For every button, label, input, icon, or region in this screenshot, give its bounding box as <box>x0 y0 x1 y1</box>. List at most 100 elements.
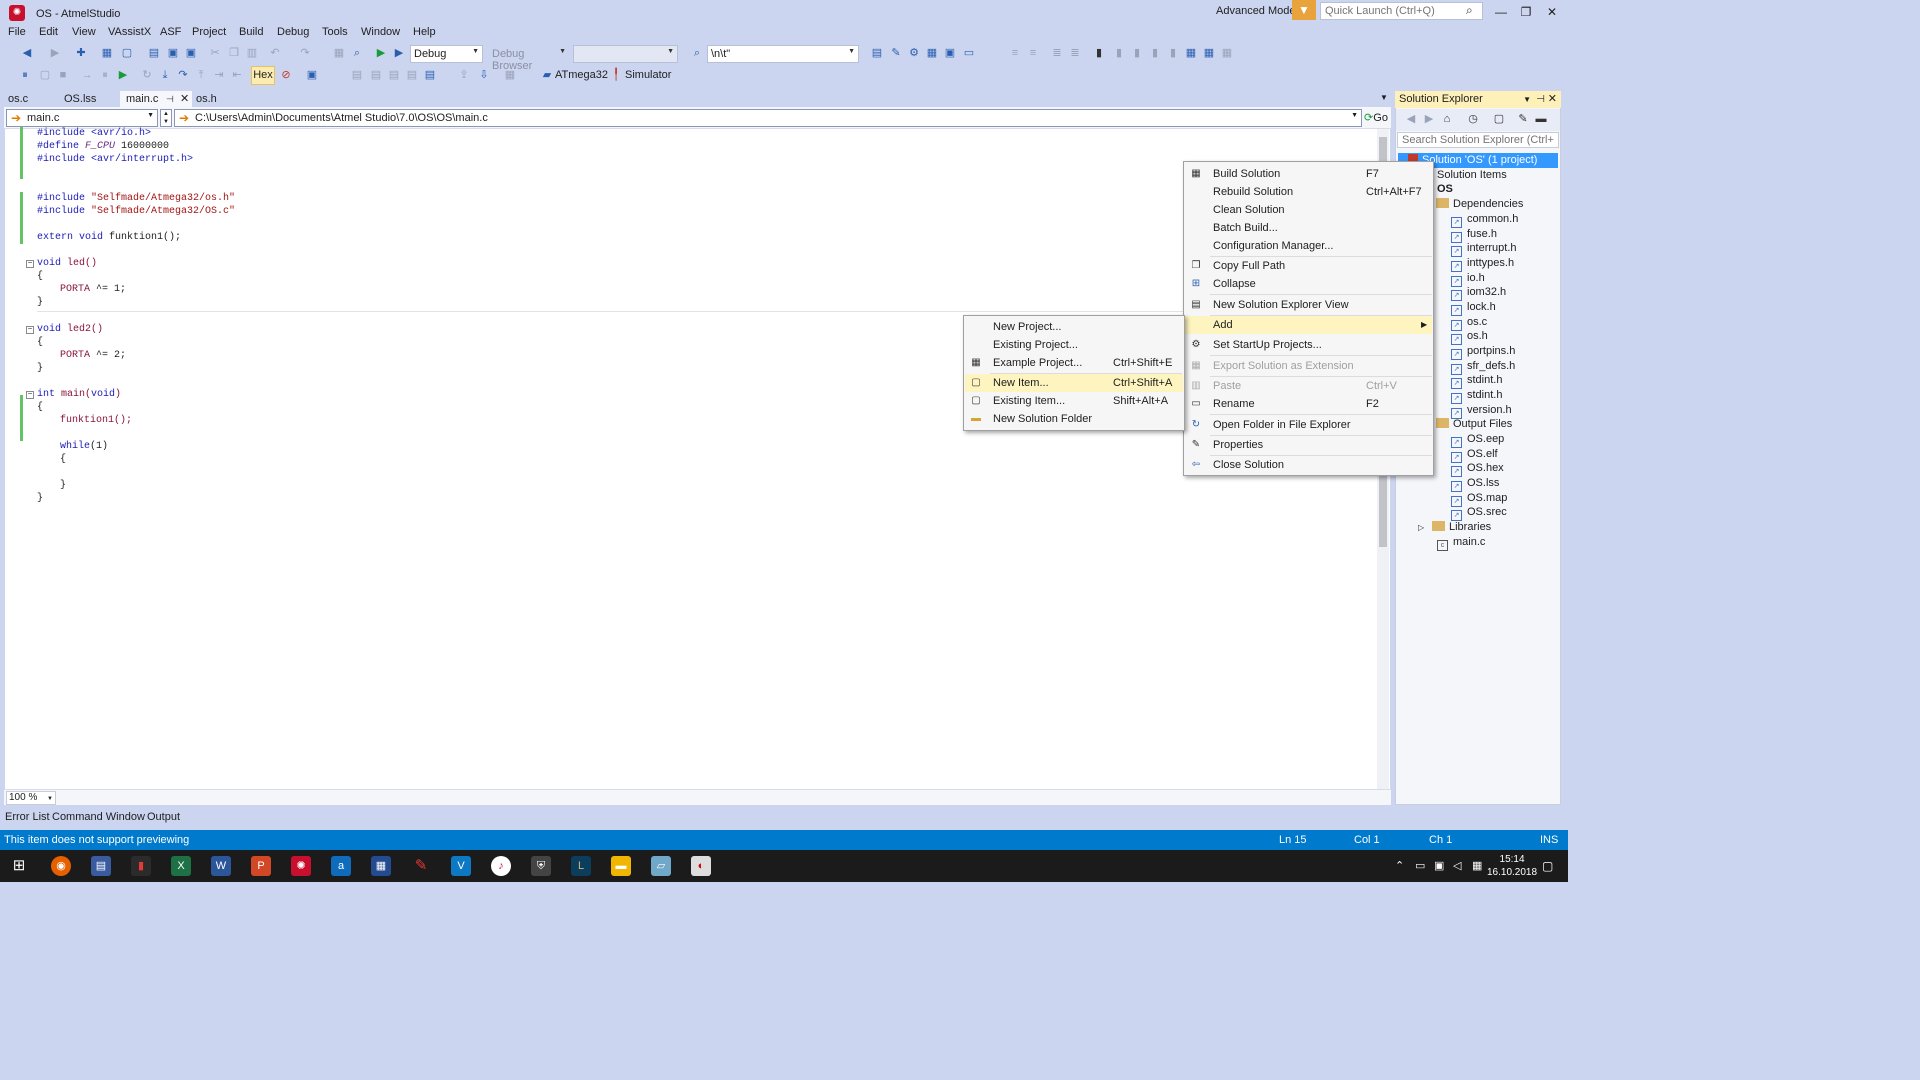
chart-app-icon[interactable]: ▮ <box>131 856 151 876</box>
collapse-icon[interactable]: − <box>26 391 34 399</box>
notifications-icon[interactable]: ▢ <box>1542 859 1553 873</box>
network-app-icon[interactable]: ▤ <box>91 856 111 876</box>
upload-icon[interactable]: ⇪ <box>457 68 471 82</box>
tray-network-icon[interactable]: ▣ <box>1434 859 1444 872</box>
tree-item[interactable]: ↗ OS.eep <box>1451 432 1504 448</box>
properties-icon[interactable]: ✎ <box>1516 112 1530 126</box>
back-icon[interactable]: ◀ <box>20 46 34 60</box>
filter-icon[interactable]: ▼ <box>1292 0 1316 20</box>
find-in-files-icon[interactable]: ▦ <box>332 46 346 60</box>
redo-icon[interactable]: ↷ <box>298 46 312 60</box>
tab-os-c[interactable]: os.c <box>2 91 34 107</box>
go-button[interactable]: ⟳Go <box>1363 109 1389 127</box>
tree-item[interactable]: Solution Items <box>1437 168 1507 183</box>
collapse-icon[interactable]: − <box>26 326 34 334</box>
new-item-icon[interactable]: ▢ <box>120 46 134 60</box>
menu-file[interactable]: File <box>8 26 26 38</box>
menu-example-project[interactable]: ▦ Example Project... Ctrl+Shift+E <box>965 354 1183 372</box>
step-out-icon[interactable]: ⤒ <box>194 68 208 82</box>
forward-icon[interactable]: ▶ <box>48 46 62 60</box>
excel-icon[interactable]: X <box>171 856 191 876</box>
powerpoint-icon[interactable]: P <box>251 856 271 876</box>
tree-item-folder[interactable]: Output Files <box>1436 417 1512 432</box>
tree-item[interactable]: ↗ OS.map <box>1451 491 1507 507</box>
device-icon[interactable]: ▰ <box>540 68 554 82</box>
more-icon[interactable]: ▦ <box>1220 46 1234 60</box>
close-window-button[interactable]: ✕ <box>1545 5 1559 19</box>
stop-debug-icon[interactable]: ▢ <box>38 68 52 82</box>
forward-icon[interactable]: ▶ <box>1422 112 1436 126</box>
tab-os-lss[interactable]: OS.lss <box>58 91 102 107</box>
restart-icon[interactable]: ↻ <box>140 68 154 82</box>
menu-existing-item[interactable]: ▢ Existing Item... Shift+Alt+A <box>965 392 1183 410</box>
outdent-icon[interactable]: ≡ <box>1026 46 1040 60</box>
tree-item[interactable]: ↗ io.h <box>1451 271 1485 287</box>
collapse-icon[interactable]: − <box>26 260 34 268</box>
tray-volume-icon[interactable]: ◁ <box>1453 859 1461 872</box>
show-next-statement-icon[interactable]: → <box>80 68 94 82</box>
path-navigation-combo[interactable]: ➔ C:\Users\Admin\Documents\Atmel Studio\7… <box>174 109 1362 127</box>
menu-batch-build[interactable]: Batch Build... <box>1185 219 1432 237</box>
tool-label[interactable]: Simulator <box>625 69 671 81</box>
undo-icon[interactable]: ↶ <box>268 46 282 60</box>
step-into-icon[interactable]: ⤓ <box>158 68 172 82</box>
tree-item[interactable]: c main.c <box>1437 535 1485 551</box>
spin-buttons[interactable]: ▲ ▼ <box>160 109 172 127</box>
next-bookmark-folder-icon[interactable]: ▮ <box>1166 46 1180 60</box>
notes-app-icon[interactable]: ▱ <box>651 856 671 876</box>
expand-arrow-icon[interactable]: ▷ <box>1418 520 1432 535</box>
wrench-icon[interactable]: ✎ <box>889 46 903 60</box>
collapse-all-icon[interactable]: ▢ <box>1492 112 1506 126</box>
home-icon[interactable]: ⌂ <box>1440 112 1454 126</box>
menu-new-item[interactable]: ▢ New Item... Ctrl+Shift+A <box>965 374 1183 392</box>
dropdown-icon[interactable]: ▼ <box>1523 91 1531 108</box>
memory-icon[interactable]: ▦ <box>925 46 939 60</box>
menu-add[interactable]: Add ▶ <box>1185 316 1432 334</box>
menu-collapse[interactable]: ⊞ Collapse <box>1185 275 1432 293</box>
tab-main-c[interactable]: main.c ⊣ ✕ <box>120 91 192 107</box>
menu-open-folder[interactable]: ↻ Open Folder in File Explorer <box>1185 416 1432 434</box>
menu-properties[interactable]: ✎ Properties <box>1185 436 1432 454</box>
prev-bookmark-icon[interactable]: ▮ <box>1112 46 1126 60</box>
tree-item-folder[interactable]: Dependencies <box>1436 197 1523 212</box>
bookmark-icon[interactable]: ▮ <box>1092 46 1106 60</box>
menu-rename[interactable]: ▭ Rename F2 <box>1185 395 1432 413</box>
registers-icon[interactable]: ▤ <box>387 68 401 82</box>
menu-window[interactable]: Window <box>361 26 400 38</box>
options-icon[interactable]: ▦ <box>503 68 517 82</box>
start-debugging-icon[interactable]: ▶ <box>374 46 388 60</box>
solution-explorer-search[interactable] <box>1397 132 1559 148</box>
pin-icon[interactable]: ⊣ <box>166 91 174 107</box>
menu-asf[interactable]: ASF <box>160 26 181 38</box>
windows-icon[interactable]: ▣ <box>305 68 319 82</box>
search-icon[interactable]: ⌕ <box>1466 3 1473 18</box>
cut-icon[interactable]: ✂ <box>208 46 222 60</box>
game-app-icon[interactable]: ⛨ <box>531 856 551 876</box>
chip-icon[interactable]: ▣ <box>943 46 957 60</box>
paste-icon[interactable]: ▥ <box>245 46 259 60</box>
find-icon[interactable]: ⌕ <box>690 46 704 60</box>
zoom-icon[interactable]: ⌕ <box>350 46 364 60</box>
tree-item[interactable]: ↗ iom32.h <box>1451 285 1506 301</box>
menu-copy-full-path[interactable]: ❐ Copy Full Path <box>1185 257 1432 275</box>
atmel-studio-taskbar-icon[interactable]: ✺ <box>291 856 311 876</box>
new-project-icon[interactable]: ✚ <box>74 46 88 60</box>
tree-item[interactable]: ↗ OS.srec <box>1451 505 1507 521</box>
open-file-icon[interactable]: ▤ <box>147 46 161 60</box>
file-navigation-combo[interactable]: ➔ main.c ▼ <box>6 109 158 127</box>
tree-item[interactable]: ↗ OS.hex <box>1451 461 1504 477</box>
menu-set-startup-projects[interactable]: ⚙ Set StartUp Projects... <box>1185 336 1432 354</box>
pin-icon[interactable]: ⊣ <box>1536 91 1545 108</box>
memory-window-icon[interactable]: ▤ <box>369 68 383 82</box>
league-app-icon[interactable]: L <box>571 856 591 876</box>
clear-bookmarks-icon[interactable]: ▦ <box>1184 46 1198 60</box>
menu-existing-project[interactable]: Existing Project... <box>965 336 1183 354</box>
visio-icon[interactable]: V <box>451 856 471 876</box>
settings-icon[interactable]: ⚙ <box>907 46 921 60</box>
menu-close-solution[interactable]: ⇦ Close Solution <box>1185 456 1432 474</box>
tab-command-window[interactable]: Command Window <box>52 811 145 823</box>
tab-os-h[interactable]: os.h <box>190 91 223 107</box>
save-icon[interactable]: ▣ <box>166 46 180 60</box>
menu-vassistx[interactable]: VAssistX <box>108 26 151 38</box>
tree-item[interactable]: ↗ os.h <box>1451 329 1488 345</box>
